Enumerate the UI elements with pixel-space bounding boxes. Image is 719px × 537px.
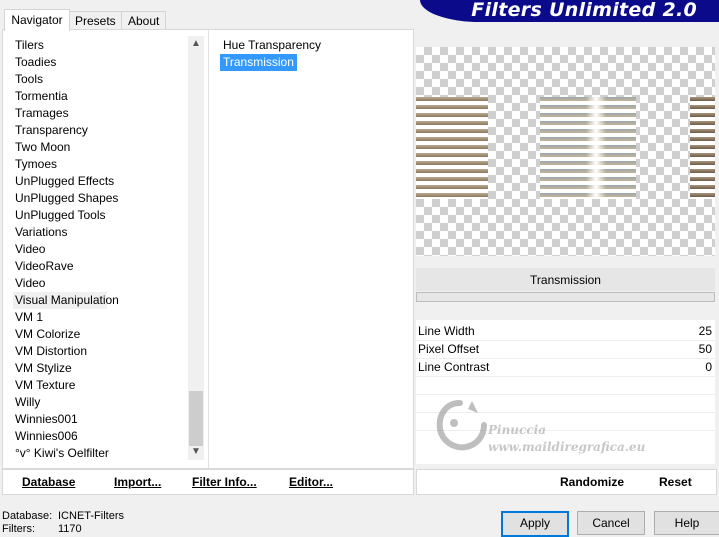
tab-about[interactable]: About [121, 11, 166, 30]
param-value[interactable]: 25 [699, 323, 712, 340]
watermark-line1: Pinuccia [488, 423, 546, 437]
category-item[interactable]: UnPlugged Effects [13, 173, 188, 190]
status-database: Database: ICNET-Filters [2, 510, 124, 522]
category-item[interactable]: Variations [13, 224, 188, 241]
category-item[interactable]: VM Texture [13, 377, 188, 394]
list-divider [208, 30, 209, 468]
category-item[interactable]: VM Colorize [13, 326, 188, 343]
import-button[interactable]: Import... [114, 475, 161, 489]
category-item[interactable]: Winnies006 [13, 428, 188, 445]
category-list[interactable]: Tilers Toadies Tools Tormentia Tramages Trans… [13, 37, 188, 462]
preview-image-right [690, 97, 715, 199]
filter-row: Hue Transparency [220, 37, 390, 54]
category-item[interactable]: Tramages [13, 105, 188, 122]
category-item[interactable]: Video [13, 241, 188, 258]
category-item[interactable]: VM Distortion [13, 343, 188, 360]
navigator-button-bar: Database Import... Filter Info... Editor… [2, 469, 414, 495]
database-button[interactable]: Database [22, 475, 75, 489]
preview-image-left [416, 97, 488, 199]
watermark-logo-icon [436, 400, 487, 451]
category-item[interactable]: °v° Kiwi's Oelfilter [13, 445, 188, 462]
filter-row: Transmission [220, 54, 390, 71]
apply-button[interactable]: Apply [501, 511, 569, 537]
category-item[interactable]: Tools [13, 71, 188, 88]
tab-navigator[interactable]: Navigator [4, 9, 70, 31]
product-banner: Filters Unlimited 2.0 [420, 0, 719, 22]
param-pixel-offset[interactable]: Pixel Offset 50 [416, 341, 715, 358]
category-item-selected[interactable]: Visual Manipulation [13, 292, 119, 309]
category-item[interactable]: Video [13, 275, 188, 292]
category-item[interactable]: Tilers [13, 37, 188, 54]
preview-glow [586, 97, 606, 199]
editor-button[interactable]: Editor... [289, 475, 333, 489]
filter-preview[interactable] [416, 47, 715, 256]
scroll-up-icon[interactable]: ▲ [188, 36, 204, 52]
filter-list[interactable]: Hue Transparency Transmission [220, 37, 390, 71]
randomize-button[interactable]: Randomize [560, 475, 624, 489]
param-line-width[interactable]: Line Width 25 [416, 323, 715, 340]
param-separator [416, 376, 715, 377]
category-item[interactable]: VideoRave [13, 258, 188, 275]
banner-title: Filters Unlimited 2.0 [471, 0, 697, 21]
status-database-value: ICNET-Filters [58, 510, 124, 522]
filter-item-selected[interactable]: Transmission [220, 54, 297, 71]
param-label: Line Width [418, 324, 475, 338]
param-label: Pixel Offset [418, 342, 480, 356]
scroll-down-icon[interactable]: ▼ [188, 444, 204, 460]
category-scrollbar[interactable]: ▲ ▼ [188, 36, 204, 460]
category-item[interactable]: Tymoes [13, 156, 188, 173]
param-label: Line Contrast [418, 360, 490, 374]
watermark: Pinuccia www.maildiregrafica.eu [432, 395, 652, 465]
filter-item[interactable]: Hue Transparency [220, 37, 324, 54]
navigator-pane: Tilers Toadies Tools Tormentia Tramages Trans… [2, 29, 414, 469]
category-item[interactable]: VM 1 [13, 309, 188, 326]
category-item[interactable]: Winnies001 [13, 411, 188, 428]
param-value[interactable]: 50 [699, 341, 712, 358]
param-line-contrast[interactable]: Line Contrast 0 [416, 359, 715, 376]
preview-button-bar: Randomize Reset [416, 469, 717, 495]
category-item[interactable]: Two Moon [13, 139, 188, 156]
watermark-line2: www.maildiregrafica.eu [488, 440, 646, 454]
status-filters: Filters: 1170 [2, 523, 82, 535]
category-item[interactable]: Willy [13, 394, 188, 411]
status-filters-value: 1170 [58, 523, 82, 535]
selected-filter-name-box: Transmission [416, 268, 715, 291]
category-item[interactable]: Tormentia [13, 88, 188, 105]
filter-info-button[interactable]: Filter Info... [192, 475, 257, 489]
scroll-thumb[interactable] [189, 391, 203, 446]
status-filters-label: Filters: [2, 523, 35, 535]
category-item[interactable]: UnPlugged Shapes [13, 190, 188, 207]
help-button[interactable]: Help [654, 511, 719, 535]
category-item[interactable]: Toadies [13, 54, 188, 71]
category-item[interactable]: VM Stylize [13, 360, 188, 377]
status-database-label: Database: [2, 510, 53, 522]
category-item[interactable]: UnPlugged Tools [13, 207, 188, 224]
reset-button[interactable]: Reset [659, 475, 692, 489]
tab-presets[interactable]: Presets [68, 11, 122, 30]
progress-bar [416, 292, 715, 302]
selected-filter-name: Transmission [530, 273, 601, 287]
category-item[interactable]: Transparency [13, 122, 188, 139]
param-value[interactable]: 0 [705, 359, 712, 376]
cancel-button[interactable]: Cancel [577, 511, 645, 535]
